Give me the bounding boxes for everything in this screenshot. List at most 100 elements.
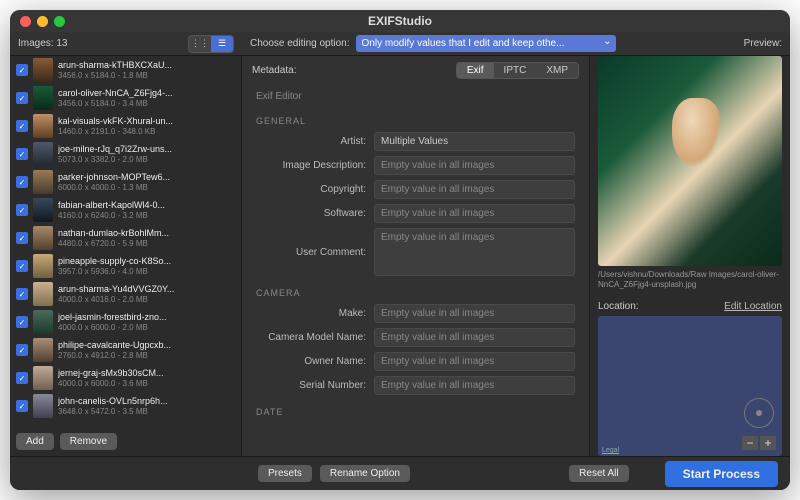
rename-option-button[interactable]: Rename Option	[320, 465, 410, 482]
start-process-button[interactable]: Start Process	[665, 461, 778, 487]
location-map[interactable]: − + Legal	[598, 316, 782, 456]
thumbnail	[33, 338, 53, 362]
list-item[interactable]: ✓ joe-milne-rJq_q7i2Zrw-uns...5073.0 x 33…	[10, 140, 241, 168]
file-name: carol-oliver-NnCA_Z6Fjg4-...	[58, 88, 235, 99]
user-comment-field[interactable]: Empty value in all images	[374, 228, 575, 276]
checkbox-icon[interactable]: ✓	[16, 344, 28, 356]
preview-image	[598, 56, 782, 266]
tab-iptc[interactable]: IPTC	[494, 63, 537, 78]
editing-option-select[interactable]: Only modify values that I edit and keep …	[356, 35, 616, 52]
list-item[interactable]: ✓kal-visuals-vkFK-Xhural-un...1460.0 x 2…	[10, 112, 241, 140]
thumbnail	[33, 254, 53, 278]
preview-label: Preview:	[744, 38, 782, 49]
close-icon[interactable]	[20, 16, 31, 27]
checkbox-icon[interactable]: ✓	[16, 232, 28, 244]
list-item[interactable]: ✓joel-jasmin-forestbird-zno...4000.0 x 6…	[10, 308, 241, 336]
list-item[interactable]: ✓john-canelis-OVLn5nrp6h...3648.0 x 5472…	[10, 392, 241, 420]
file-name: parker-johnson-MOPTew6...	[58, 172, 235, 183]
make-field[interactable]: Empty value in all images	[374, 304, 575, 323]
file-info: 5073.0 x 3382.0 - 2.0 MB	[58, 155, 235, 165]
exif-editor[interactable]: Exif Editor GENERAL Artist:Multiple Valu…	[242, 85, 589, 456]
software-field[interactable]: Empty value in all images	[374, 204, 575, 223]
owner-name-field[interactable]: Empty value in all images	[374, 352, 575, 371]
images-count-label: Images: 13	[18, 38, 67, 49]
image-description-field[interactable]: Empty value in all images	[374, 156, 575, 175]
tab-xmp[interactable]: XMP	[536, 63, 578, 78]
thumbnail	[33, 114, 53, 138]
editing-option-label: Choose editing option:	[250, 38, 350, 49]
checkbox-icon[interactable]: ✓	[16, 92, 28, 104]
edit-location-link[interactable]: Edit Location	[724, 301, 782, 312]
remove-button[interactable]: Remove	[60, 433, 117, 450]
window-title: EXIFStudio	[10, 14, 790, 28]
zoom-in-button[interactable]: +	[760, 436, 776, 450]
grid-view-icon[interactable]: ⋮⋮	[189, 36, 211, 52]
zoom-out-button[interactable]: −	[742, 436, 758, 450]
tab-exif[interactable]: Exif	[457, 63, 494, 78]
user-comment-label: User Comment:	[256, 247, 366, 258]
footer: Presets Rename Option Reset All Start Pr…	[10, 456, 790, 490]
minimize-icon[interactable]	[37, 16, 48, 27]
metadata-panel: Metadata: Exif IPTC XMP Exif Editor GENE…	[242, 56, 590, 456]
serial-number-field[interactable]: Empty value in all images	[374, 376, 575, 395]
checkbox-icon[interactable]: ✓	[16, 288, 28, 300]
image-description-label: Image Description:	[256, 160, 366, 171]
checkbox-icon[interactable]: ✓	[16, 316, 28, 328]
file-info: 4480.0 x 6720.0 - 5.9 MB	[58, 239, 235, 249]
list-view-icon[interactable]: ☰	[211, 36, 233, 52]
camera-model-field[interactable]: Empty value in all images	[374, 328, 575, 347]
artist-field[interactable]: Multiple Values	[374, 132, 575, 151]
list-item[interactable]: ✓ jernej-graj-sMx9b30sCM...4000.0 x 6000.…	[10, 364, 241, 392]
checkbox-icon[interactable]: ✓	[16, 64, 28, 76]
file-name: jernej-graj-sMx9b30sCM...	[58, 368, 235, 379]
image-list[interactable]: ✓arun-sharma-kTHBXCXaU...3456.0 x 5184.0…	[10, 56, 241, 427]
list-item[interactable]: ✓pineapple-supply-co-K8So...3957.0 x 593…	[10, 252, 241, 280]
list-item[interactable]: ✓parker-johnson-MOPTew6...6000.0 x 4000.…	[10, 168, 241, 196]
file-name: joe-milne-rJq_q7i2Zrw-uns...	[58, 144, 235, 155]
add-button[interactable]: Add	[16, 433, 54, 450]
list-item[interactable]: ✓fabian-albert-KapolWl4-0...4160.0 x 624…	[10, 196, 241, 224]
list-item[interactable]: ✓ nathan-dumlao-krBohlMm...4480.0 x 6720.…	[10, 224, 241, 252]
artist-label: Artist:	[256, 136, 366, 147]
thumbnail	[33, 282, 53, 306]
zoom-icon[interactable]	[54, 16, 65, 27]
file-name: nathan-dumlao-krBohlMm...	[58, 228, 235, 239]
reset-all-button[interactable]: Reset All	[569, 465, 628, 482]
presets-button[interactable]: Presets	[258, 465, 312, 482]
file-name: philipe-cavalcante-Ugpcxb...	[58, 340, 235, 351]
app-window: EXIFStudio Images: 13 ⋮⋮ ☰ Choose editin…	[10, 10, 790, 490]
toolbar: Images: 13 ⋮⋮ ☰ Choose editing option: O…	[10, 32, 790, 56]
camera-model-label: Camera Model Name:	[256, 332, 366, 343]
serial-number-label: Serial Number:	[256, 380, 366, 391]
section-date: DATE	[256, 407, 575, 417]
file-info: 4000.0 x 6000.0 - 3.6 MB	[58, 379, 235, 389]
list-item[interactable]: ✓arun-sharma-Yu4dVVGZ0Y...4000.0 x 4016.…	[10, 280, 241, 308]
view-mode-toggle: ⋮⋮ ☰	[188, 35, 234, 53]
copyright-field[interactable]: Empty value in all images	[374, 180, 575, 199]
thumbnail	[33, 86, 53, 110]
checkbox-icon[interactable]: ✓	[16, 204, 28, 216]
file-name: kal-visuals-vkFK-Xhural-un...	[58, 116, 235, 127]
list-item[interactable]: ✓arun-sharma-kTHBXCXaU...3456.0 x 5184.0…	[10, 56, 241, 84]
editor-title: Exif Editor	[256, 85, 575, 104]
list-item[interactable]: ✓carol-oliver-NnCA_Z6Fjg4-...3456.0 x 51…	[10, 84, 241, 112]
owner-name-label: Owner Name:	[256, 356, 366, 367]
map-legal-link[interactable]: Legal	[602, 447, 619, 454]
location-label: Location:	[598, 301, 639, 312]
file-name: arun-sharma-Yu4dVVGZ0Y...	[58, 284, 235, 295]
thumbnail	[33, 310, 53, 334]
list-item[interactable]: ✓philipe-cavalcante-Ugpcxb...2760.0 x 49…	[10, 336, 241, 364]
file-name: joel-jasmin-forestbird-zno...	[58, 312, 235, 323]
checkbox-icon[interactable]: ✓	[16, 176, 28, 188]
section-camera: CAMERA	[256, 288, 575, 298]
checkbox-icon[interactable]: ✓	[16, 372, 28, 384]
checkbox-icon[interactable]: ✓	[16, 120, 28, 132]
copyright-label: Copyright:	[256, 184, 366, 195]
metadata-label: Metadata:	[252, 65, 296, 76]
checkbox-icon[interactable]: ✓	[16, 260, 28, 272]
compass-icon[interactable]	[744, 398, 774, 428]
checkbox-icon[interactable]: ✓	[16, 148, 28, 160]
file-info: 3648.0 x 5472.0 - 3.5 MB	[58, 407, 235, 417]
traffic-lights	[20, 16, 65, 27]
checkbox-icon[interactable]: ✓	[16, 400, 28, 412]
